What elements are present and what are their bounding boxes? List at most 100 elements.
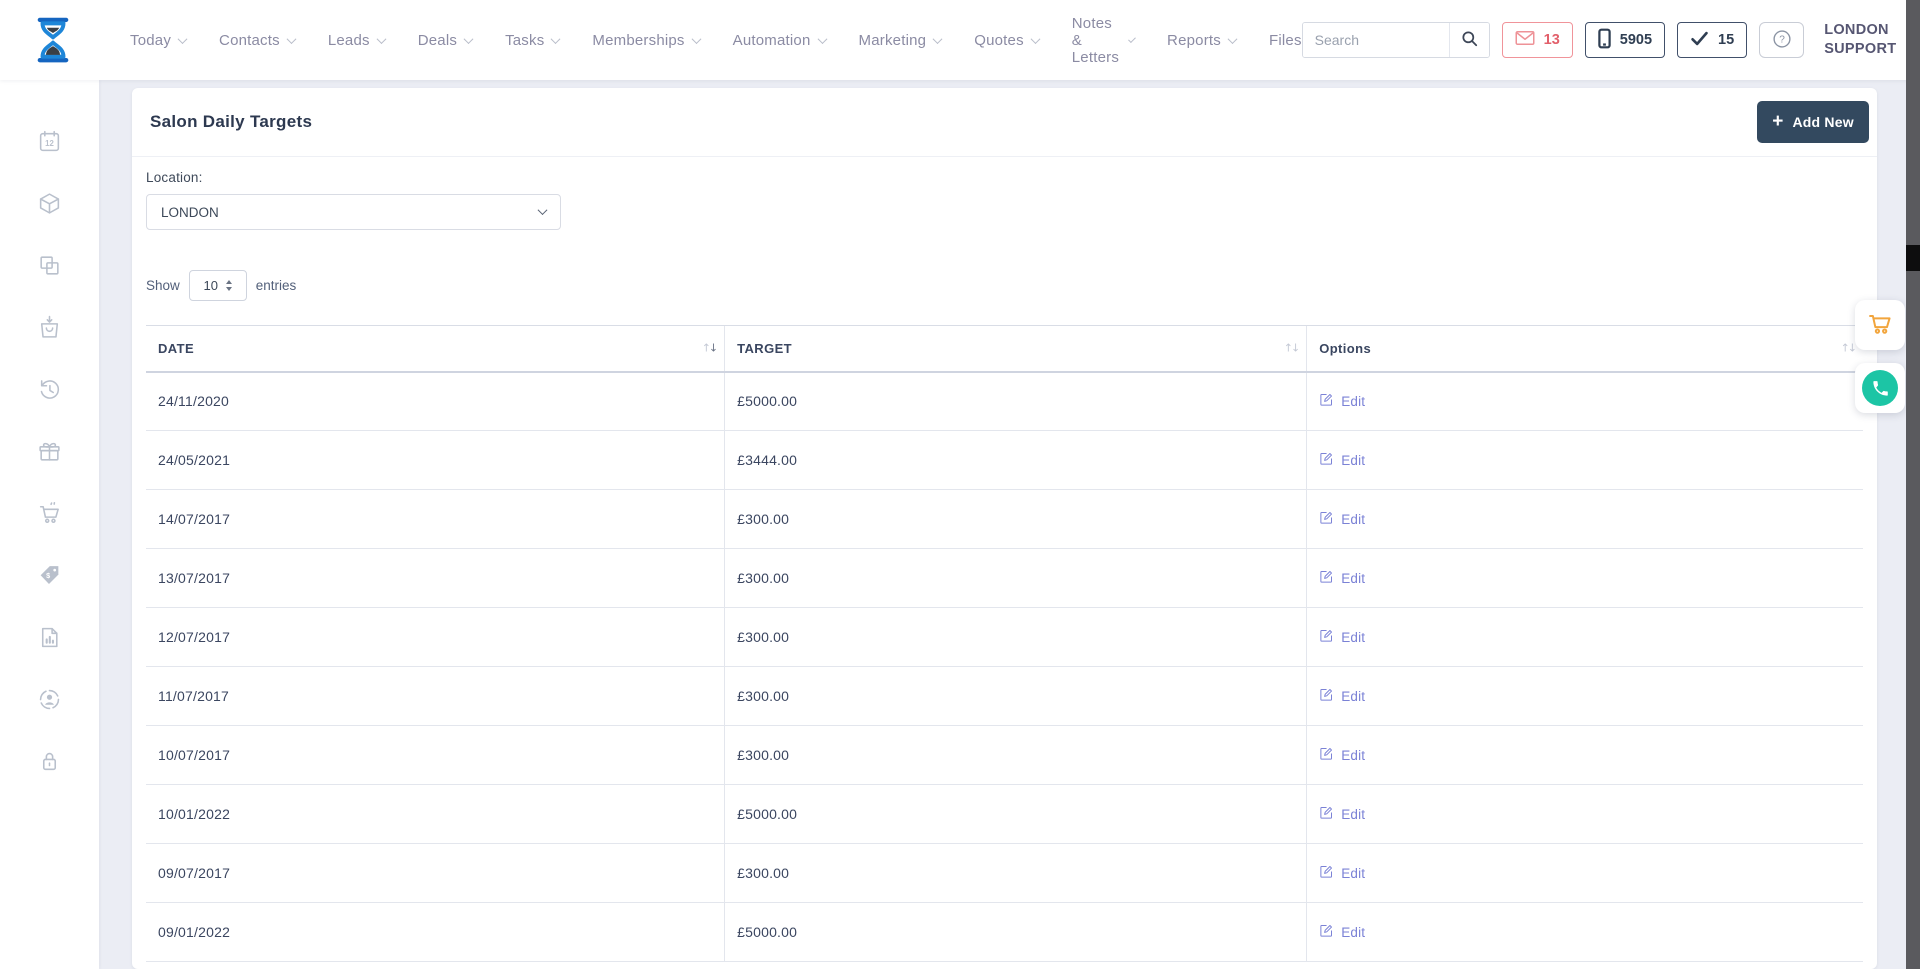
edit-pencil-icon bbox=[1319, 451, 1334, 469]
sort-icon: ↑↓ bbox=[702, 342, 716, 355]
column-header-date[interactable]: DATE ↑↓ bbox=[146, 326, 725, 372]
edit-link[interactable]: Edit bbox=[1319, 864, 1365, 882]
chevron-down-icon bbox=[464, 34, 474, 44]
svg-text:12: 12 bbox=[45, 139, 54, 148]
chevron-down-icon bbox=[691, 34, 701, 44]
chevron-down-icon bbox=[1228, 34, 1238, 44]
calendar-icon[interactable]: 12 bbox=[37, 128, 63, 154]
calls-badge[interactable]: 5905 bbox=[1585, 22, 1665, 58]
chevron-down-icon bbox=[1030, 34, 1040, 44]
topbar-right: 13 5905 15 ? bbox=[1302, 16, 1920, 64]
page-title: Salon Daily Targets bbox=[150, 112, 312, 132]
target-cell: £5000.00 bbox=[725, 372, 1307, 431]
edit-label: Edit bbox=[1341, 453, 1365, 468]
nav-item-leads[interactable]: Leads bbox=[328, 32, 385, 49]
target-cell: £300.00 bbox=[725, 844, 1307, 903]
cart-icon[interactable] bbox=[37, 500, 63, 526]
location-label: Location: bbox=[146, 170, 1863, 185]
edit-link[interactable]: Edit bbox=[1319, 805, 1365, 823]
edit-pencil-icon bbox=[1319, 628, 1334, 646]
envelope-icon bbox=[1515, 30, 1535, 50]
hourglass-logo[interactable] bbox=[32, 14, 74, 66]
add-new-label: Add New bbox=[1793, 114, 1854, 130]
nav-item-quotes[interactable]: Quotes bbox=[974, 32, 1039, 49]
table-row: 24/05/2021 £3444.00 Edit bbox=[146, 431, 1863, 490]
edit-link[interactable]: Edit bbox=[1319, 451, 1365, 469]
date-cell: 09/07/2017 bbox=[146, 844, 725, 903]
options-cell: Edit bbox=[1307, 549, 1863, 608]
edit-link[interactable]: Edit bbox=[1319, 687, 1365, 705]
edit-link[interactable]: Edit bbox=[1319, 628, 1365, 646]
chevron-down-icon bbox=[1128, 35, 1136, 43]
nav-item-marketing[interactable]: Marketing bbox=[859, 32, 942, 49]
edit-link[interactable]: Edit bbox=[1319, 923, 1365, 941]
chevron-down-icon bbox=[178, 34, 188, 44]
chevron-down-icon bbox=[538, 205, 548, 215]
table-row: 11/07/2017 £300.00 Edit bbox=[146, 667, 1863, 726]
card-header: Salon Daily Targets + Add New bbox=[132, 88, 1877, 157]
topbar: Today Contacts Leads Deals Tasks Members… bbox=[0, 0, 1920, 80]
search-button[interactable] bbox=[1449, 23, 1489, 57]
nav-item-reports[interactable]: Reports bbox=[1167, 32, 1236, 49]
page-size-select[interactable]: 10 bbox=[189, 270, 247, 301]
completed-count: 15 bbox=[1718, 32, 1734, 48]
main-nav: Today Contacts Leads Deals Tasks Members… bbox=[130, 15, 1302, 66]
date-cell: 24/11/2020 bbox=[146, 372, 725, 431]
nav-item-memberships[interactable]: Memberships bbox=[592, 32, 699, 49]
nav-item-notes-letters[interactable]: Notes & Letters bbox=[1072, 15, 1134, 66]
lock-icon[interactable] bbox=[37, 748, 63, 774]
edit-link[interactable]: Edit bbox=[1319, 392, 1365, 410]
chevron-down-icon bbox=[376, 34, 386, 44]
edit-link[interactable]: Edit bbox=[1319, 569, 1365, 587]
date-cell: 10/01/2022 bbox=[146, 785, 725, 844]
table-row: 13/07/2017 £300.00 Edit bbox=[146, 549, 1863, 608]
support-account-icon[interactable] bbox=[37, 686, 63, 712]
options-cell: Edit bbox=[1307, 431, 1863, 490]
nav-item-deals[interactable]: Deals bbox=[418, 32, 472, 49]
copy-icon[interactable] bbox=[37, 252, 63, 278]
targets-table-body: 24/11/2020 £5000.00 Edit 24/05/2021 £344… bbox=[146, 372, 1863, 962]
options-cell: Edit bbox=[1307, 844, 1863, 903]
floating-cart-button[interactable] bbox=[1855, 300, 1905, 350]
messages-badge[interactable]: 13 bbox=[1502, 22, 1573, 58]
scrollbar-thumb[interactable] bbox=[1906, 245, 1920, 271]
history-icon[interactable] bbox=[37, 376, 63, 402]
options-cell: Edit bbox=[1307, 372, 1863, 431]
completed-badge[interactable]: 15 bbox=[1677, 22, 1747, 58]
mobile-phone-icon bbox=[1598, 28, 1611, 53]
options-cell: Edit bbox=[1307, 490, 1863, 549]
nav-item-files[interactable]: Files bbox=[1269, 32, 1302, 49]
edit-link[interactable]: Edit bbox=[1319, 746, 1365, 764]
edit-link[interactable]: Edit bbox=[1319, 510, 1365, 528]
date-cell: 24/05/2021 bbox=[146, 431, 725, 490]
bag-download-icon[interactable] bbox=[37, 314, 63, 340]
edit-label: Edit bbox=[1341, 689, 1365, 704]
price-tag-icon[interactable]: $ bbox=[37, 562, 63, 588]
add-new-button[interactable]: + Add New bbox=[1757, 101, 1869, 143]
floating-phone-button[interactable] bbox=[1855, 363, 1905, 413]
search-input[interactable] bbox=[1303, 23, 1449, 57]
edit-label: Edit bbox=[1341, 748, 1365, 763]
edit-pencil-icon bbox=[1319, 687, 1334, 705]
messages-count: 13 bbox=[1544, 32, 1560, 48]
help-button[interactable]: ? bbox=[1759, 22, 1804, 58]
nav-item-contacts[interactable]: Contacts bbox=[219, 32, 295, 49]
date-cell: 09/01/2022 bbox=[146, 903, 725, 962]
column-header-options[interactable]: Options ↑↓ bbox=[1307, 326, 1863, 372]
column-header-target[interactable]: TARGET ↑↓ bbox=[725, 326, 1307, 372]
report-icon[interactable] bbox=[37, 624, 63, 650]
package-icon[interactable] bbox=[37, 190, 63, 216]
target-cell: £5000.00 bbox=[725, 785, 1307, 844]
table-row: 09/01/2022 £5000.00 Edit bbox=[146, 903, 1863, 962]
target-cell: £300.00 bbox=[725, 726, 1307, 785]
nav-item-today[interactable]: Today bbox=[130, 32, 186, 49]
check-icon bbox=[1690, 30, 1709, 51]
user-name: LONDON SUPPORT bbox=[1824, 21, 1896, 59]
targets-table: DATE ↑↓ TARGET ↑↓ Options ↑↓ bbox=[146, 325, 1863, 962]
page-size-value: 10 bbox=[204, 278, 218, 293]
nav-item-tasks[interactable]: Tasks bbox=[505, 32, 559, 49]
nav-item-automation[interactable]: Automation bbox=[733, 32, 826, 49]
location-select[interactable]: LONDON bbox=[146, 194, 561, 230]
gift-icon[interactable] bbox=[37, 438, 63, 464]
edit-label: Edit bbox=[1341, 925, 1365, 940]
